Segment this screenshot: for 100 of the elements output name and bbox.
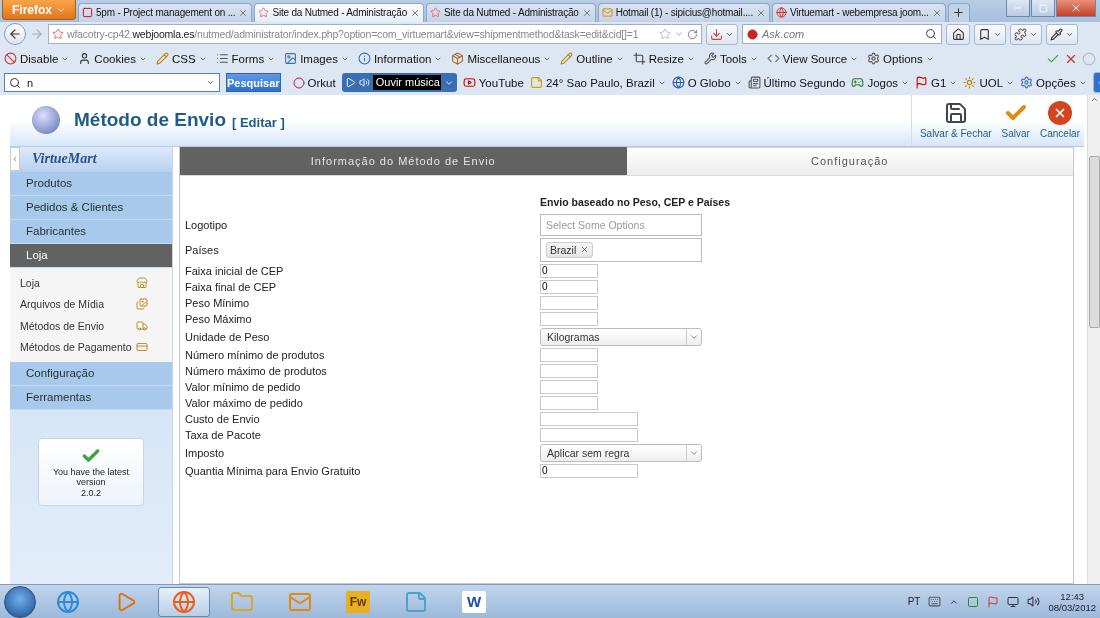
toolbar-button[interactable]: Salvar bbox=[997, 94, 1034, 146]
toolbar-menu-button[interactable]: Disable bbox=[4, 52, 70, 66]
close-icon bbox=[238, 7, 249, 18]
taskbar-app-button[interactable]: W bbox=[448, 586, 500, 617]
language-indicator[interactable]: PT bbox=[907, 596, 921, 608]
content-tab[interactable]: Informação do Método de Envio bbox=[180, 146, 627, 176]
submenu-item[interactable]: Métodos de Pagamento bbox=[10, 336, 172, 358]
taskbar-app-button[interactable]: Fw bbox=[332, 586, 384, 617]
close-tab-button[interactable] bbox=[931, 7, 942, 18]
images-icon bbox=[136, 298, 148, 311]
search-field[interactable]: Ask.com bbox=[742, 24, 942, 45]
reload-button[interactable] bbox=[687, 28, 698, 40]
address-field[interactable]: wfacotry-cp42.webjoomla.es/nutmed/administrator/index.php?option=com_virtuemart&view=shipmentmethod&task=edit&cid[]=1 bbox=[48, 24, 702, 45]
toolbar-link[interactable]: Último Segundo bbox=[747, 76, 846, 90]
text-field[interactable] bbox=[540, 427, 638, 442]
sidebar-item[interactable]: Fabricantes bbox=[10, 219, 172, 244]
toolbar-menu-button[interactable]: Information bbox=[357, 52, 443, 66]
browser-tab[interactable]: Site da Nutmed - Administração bbox=[254, 2, 425, 22]
text-field[interactable] bbox=[540, 363, 598, 378]
toolbar-link[interactable]: Orkut bbox=[292, 76, 336, 89]
network-icon bbox=[1007, 595, 1020, 608]
content-tab[interactable]: Configuração bbox=[626, 146, 1073, 176]
close-tab-button[interactable] bbox=[581, 7, 592, 18]
plus-icon bbox=[952, 6, 966, 20]
text-field[interactable] bbox=[540, 395, 598, 410]
scrollbar-thumb[interactable] bbox=[1088, 155, 1100, 328]
globe-icon bbox=[671, 76, 685, 90]
text-field[interactable] bbox=[540, 379, 598, 394]
radio-player[interactable]: Ouvir música bbox=[341, 73, 457, 93]
sidebar-item[interactable]: Produtos bbox=[10, 171, 172, 196]
toolbar-button[interactable]: Salvar & Fechar bbox=[915, 94, 996, 146]
toolbar-link[interactable]: Jogos bbox=[851, 76, 910, 90]
sidebar-item[interactable]: Pedidos & Clientes bbox=[10, 195, 172, 220]
browser-tab[interactable]: Virtuemart - webempresa joom... bbox=[771, 2, 946, 22]
remove-icon[interactable] bbox=[580, 245, 590, 255]
circle-icon bbox=[292, 76, 305, 89]
clock[interactable]: 12:43 08/03/2012 bbox=[1048, 590, 1096, 613]
close-tab-button[interactable] bbox=[410, 7, 421, 18]
search-field[interactable]: n bbox=[4, 73, 220, 93]
sidebar-item[interactable]: Configuração bbox=[10, 361, 172, 386]
toolbar-menu-button[interactable]: Miscellaneous bbox=[451, 52, 552, 66]
back-button[interactable] bbox=[4, 23, 26, 46]
search-button[interactable]: Pesquisar bbox=[226, 73, 281, 93]
addon-button[interactable] bbox=[1010, 23, 1042, 45]
submenu-item[interactable]: Métodos de Envio bbox=[10, 314, 172, 337]
toolbar-menu-button[interactable]: Tools bbox=[703, 52, 758, 66]
toolbar-menu-button[interactable]: Images bbox=[284, 52, 349, 66]
sidebar-item[interactable]: Ferramentas bbox=[10, 385, 172, 410]
toolbar-link[interactable]: YouTube bbox=[462, 76, 524, 90]
bookmark-star-button[interactable] bbox=[659, 28, 671, 41]
tag-field[interactable]: Brazil bbox=[540, 237, 702, 262]
site-icon bbox=[775, 7, 787, 19]
flag-icon bbox=[987, 595, 1000, 608]
close-tab-button[interactable] bbox=[755, 7, 766, 18]
new-tab-button[interactable] bbox=[947, 2, 970, 22]
toolbar-link[interactable]: G1 bbox=[915, 76, 958, 90]
ask-icon bbox=[747, 28, 758, 40]
bookmarks-button[interactable] bbox=[974, 23, 1006, 45]
settings-icon bbox=[1020, 76, 1034, 90]
toolbar-menu-button[interactable]: CSS bbox=[155, 52, 207, 66]
toolbar-link[interactable]: 24° Sao Paulo, Brazil bbox=[529, 76, 666, 90]
text-field[interactable]: 0 bbox=[540, 263, 598, 278]
text-field[interactable] bbox=[540, 295, 598, 310]
toolbar-menu-button[interactable]: View Source bbox=[766, 52, 859, 66]
eyedropper-button[interactable] bbox=[1046, 23, 1078, 45]
download-button[interactable] bbox=[706, 23, 738, 45]
text-field[interactable] bbox=[540, 347, 598, 362]
toolbar-menu-button[interactable]: Cookies bbox=[78, 52, 147, 66]
text-field[interactable] bbox=[540, 311, 598, 326]
field-label: Quantia Mínima para Envio Gratuito bbox=[185, 464, 362, 477]
minimize-button[interactable] bbox=[1006, 0, 1030, 17]
tag-chip[interactable]: Brazil bbox=[546, 241, 594, 258]
close-tab-button[interactable] bbox=[238, 7, 249, 18]
maximize-button[interactable] bbox=[1031, 0, 1055, 17]
browser-tab[interactable]: Hotmail (1) - sipicius@hotmail.... bbox=[597, 2, 770, 22]
sidebar-item[interactable]: Loja bbox=[10, 243, 172, 268]
select-field[interactable]: Kilogramas bbox=[540, 327, 702, 346]
toolbar-menu-button[interactable]: Forms bbox=[215, 52, 276, 66]
text-field[interactable] bbox=[540, 411, 638, 426]
start-button[interactable] bbox=[4, 585, 36, 618]
toolbar-menu-button[interactable]: Resize bbox=[632, 52, 695, 66]
toolbar-link[interactable]: O Globo bbox=[671, 76, 742, 90]
submenu-item[interactable]: Loja bbox=[10, 271, 172, 294]
browser-tab[interactable]: Site da Nutmed - Administração bbox=[426, 2, 596, 22]
toolbar-button[interactable]: Cancelar bbox=[1035, 94, 1084, 146]
brand-logo: VirtueMart bbox=[32, 151, 97, 168]
toolbar-menu-button[interactable]: Options bbox=[867, 52, 934, 66]
toolbar-link[interactable]: UOL bbox=[963, 76, 1015, 90]
text-field[interactable]: 0 bbox=[540, 463, 638, 478]
select-field[interactable]: Aplicar sem regra bbox=[540, 443, 702, 462]
store-icon bbox=[136, 276, 148, 289]
text-field[interactable]: 0 bbox=[540, 279, 598, 294]
home-button[interactable] bbox=[946, 23, 970, 45]
collapse-handle[interactable] bbox=[10, 147, 20, 172]
browser-tab[interactable]: 5pm - Project management on ... bbox=[78, 2, 253, 22]
submenu-item[interactable]: Arquivos de Mídia bbox=[10, 293, 172, 315]
taskbar-app-button[interactable] bbox=[158, 586, 210, 617]
toolbar-link[interactable]: Opções bbox=[1020, 76, 1087, 90]
close-button[interactable] bbox=[1056, 0, 1096, 17]
toolbar-menu-button[interactable]: Outline bbox=[560, 52, 624, 66]
